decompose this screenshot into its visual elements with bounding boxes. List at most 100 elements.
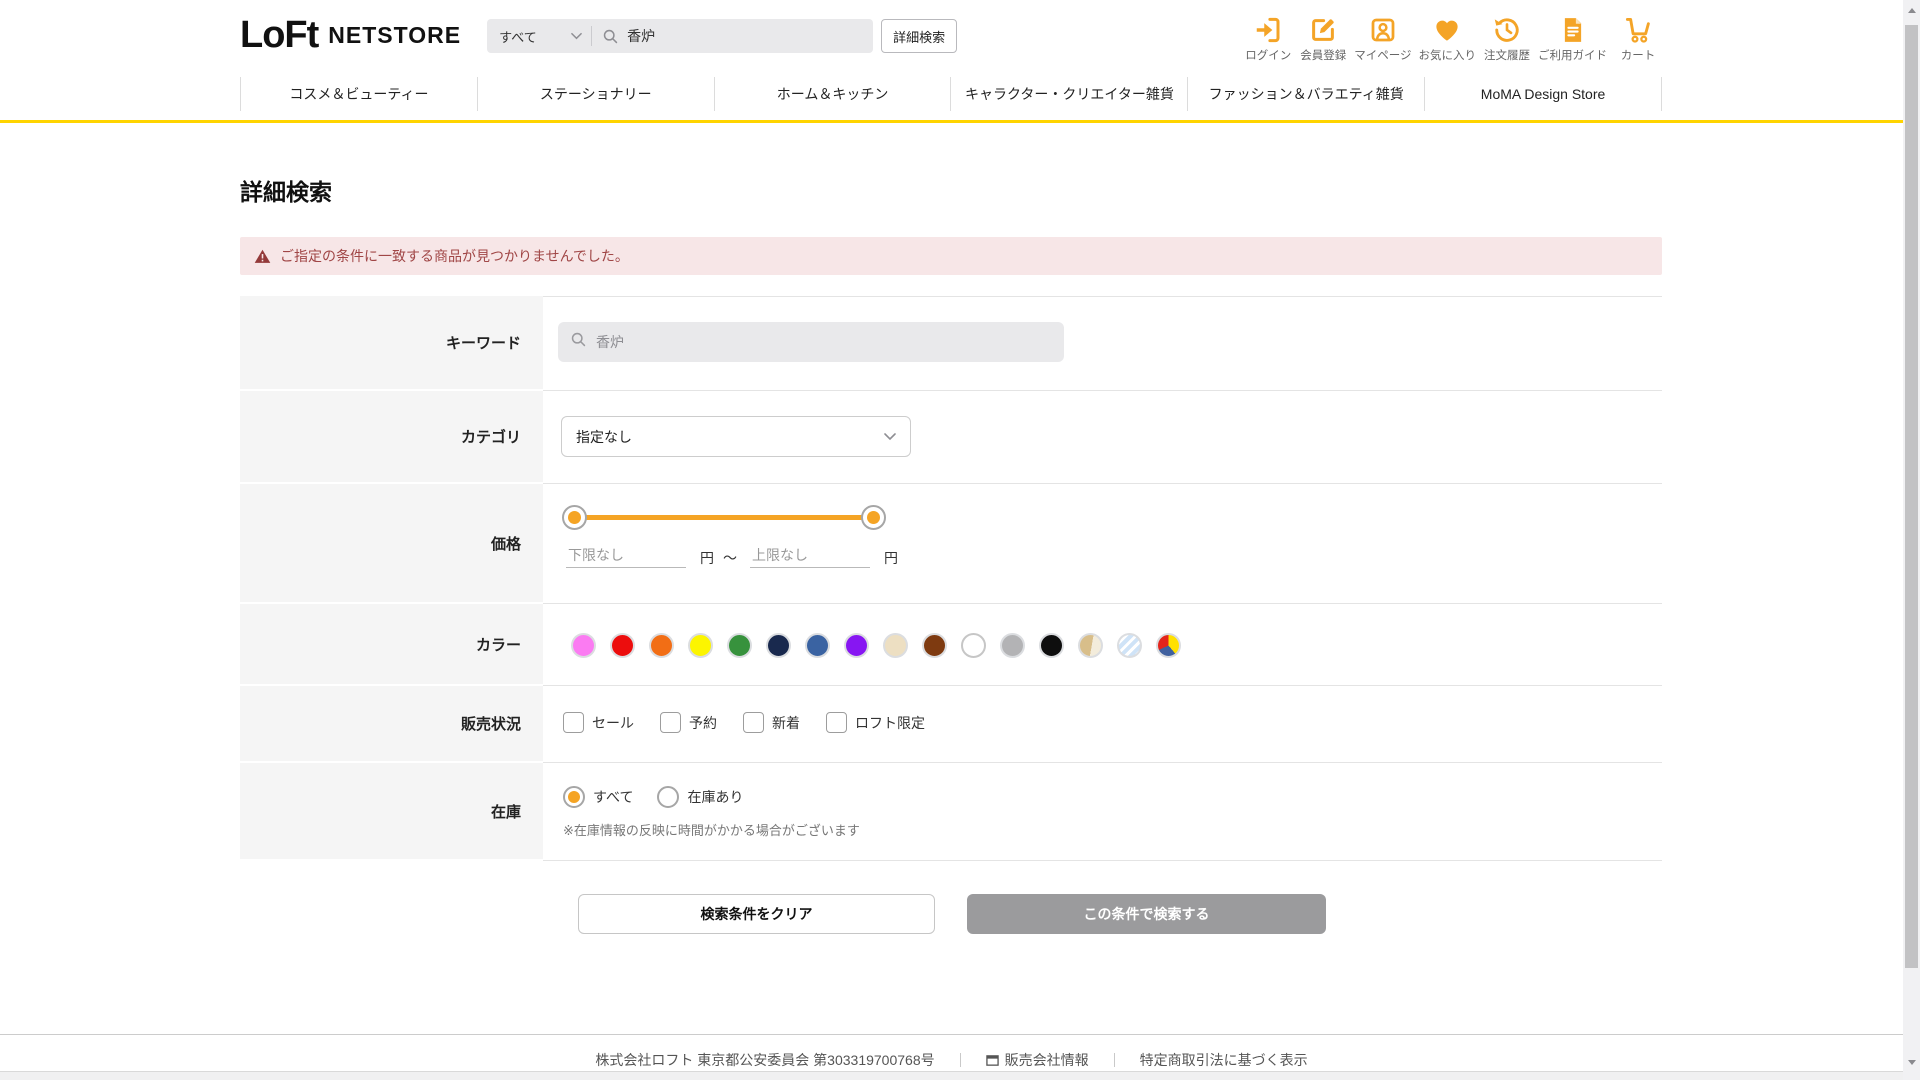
color-swatch-clear[interactable]	[1117, 633, 1142, 658]
register-icon	[1308, 14, 1338, 45]
price-max-input[interactable]	[750, 543, 870, 568]
main-content: 詳細検索 ご指定の条件に一致する商品が見つかりませんでした。 キーワード 香炉 …	[240, 173, 1662, 934]
color-swatch-gray[interactable]	[1000, 633, 1025, 658]
quick-link-guide[interactable]: ご利用ガイド	[1538, 14, 1607, 63]
logo[interactable]: LoFt NETSTORE	[240, 14, 461, 57]
form-row-color: カラー	[240, 604, 1662, 686]
search-submit-button[interactable]: この条件で検索する	[967, 894, 1326, 934]
price-label: 価格	[240, 484, 543, 604]
heart-icon	[1432, 14, 1462, 45]
radio-label: すべて	[593, 789, 634, 805]
scrollbar-up-arrow[interactable]	[1903, 3, 1920, 17]
sales-status-checkboxes: セール 予約 新着 ロフト限定	[563, 712, 1662, 733]
radio-option-0[interactable]: すべて	[563, 786, 633, 808]
form-row-category: カテゴリ 指定なし	[240, 391, 1662, 484]
checkbox-icon	[826, 712, 847, 733]
form-row-price: 価格 円 ～ 円	[240, 484, 1662, 604]
checkbox-label: ロフト限定	[855, 714, 925, 731]
stock-note: ※在庫情報の反映に時間がかかる場合がございます	[563, 823, 860, 838]
slider-track	[575, 515, 873, 520]
color-swatch-pink[interactable]	[571, 633, 596, 658]
nav-item-0[interactable]: コスメ＆ビューティー	[240, 77, 477, 111]
nav-item-4[interactable]: ファッション＆バラエティ雑貨	[1187, 77, 1424, 111]
quick-link-favorites[interactable]: お気に入り	[1418, 14, 1477, 63]
stock-radios: すべて 在庫あり	[563, 786, 1662, 808]
price-min-unit: 円	[700, 550, 714, 566]
main-nav: コスメ＆ビューティー ステーショナリー ホーム＆キッチン キャラクター・クリエイター雑…	[240, 77, 1662, 111]
color-swatch-green[interactable]	[727, 633, 752, 658]
color-label: カラー	[240, 604, 543, 686]
quick-link-label: お気に入り	[1418, 50, 1477, 62]
color-swatch-navy[interactable]	[766, 633, 791, 658]
error-message-box: ご指定の条件に一致する商品が見つかりませんでした。	[240, 237, 1662, 275]
chevron-down-icon	[884, 433, 896, 441]
quick-link-cart[interactable]: カート	[1614, 14, 1662, 63]
quick-link-register[interactable]: 会員登録	[1299, 14, 1347, 63]
vertical-scrollbar[interactable]	[1903, 0, 1920, 1080]
checkbox-option-2[interactable]: 新着	[743, 712, 800, 733]
footer-separator	[959, 1053, 961, 1067]
warning-icon	[254, 249, 271, 263]
quick-link-mypage[interactable]: マイページ	[1354, 14, 1412, 63]
quick-link-label: ログイン	[1245, 50, 1292, 62]
clear-search-button[interactable]: 検索条件をクリア	[578, 894, 935, 934]
color-swatch-brown[interactable]	[922, 633, 947, 658]
price-slider-min-handle[interactable]	[562, 505, 587, 530]
advanced-search-button[interactable]: 詳細検索	[881, 19, 958, 53]
quick-link-login[interactable]: ログイン	[1244, 14, 1292, 63]
radio-option-1[interactable]: 在庫あり	[657, 786, 743, 808]
color-swatch-black[interactable]	[1039, 633, 1064, 658]
search-divider	[591, 26, 593, 46]
checkbox-icon	[743, 712, 764, 733]
color-swatch-multicolor[interactable]	[1156, 633, 1181, 658]
search-icon	[602, 28, 619, 45]
quick-link-label: 注文履歴	[1484, 50, 1530, 62]
color-swatch-blue[interactable]	[805, 633, 830, 658]
nav-item-1[interactable]: ステーショナリー	[476, 77, 714, 111]
color-swatch-yellow[interactable]	[688, 633, 713, 658]
error-message-text: ご指定の条件に一致する商品が見つかりませんでした。	[280, 248, 629, 264]
color-swatch-white[interactable]	[961, 633, 986, 658]
keyword-input[interactable]	[587, 334, 1052, 350]
scrollbar-thumb[interactable]	[1905, 25, 1918, 968]
radio-label: 在庫あり	[687, 789, 744, 805]
color-swatches	[571, 633, 1662, 658]
color-swatch-beige[interactable]	[883, 633, 908, 658]
category-label: カテゴリ	[240, 391, 543, 484]
advanced-search-form: キーワード カテゴリ 指定なし	[240, 296, 1662, 861]
cart-icon	[1623, 14, 1653, 45]
scrollbar-down-arrow[interactable]	[1903, 1055, 1920, 1069]
header-search-input[interactable]	[619, 19, 874, 53]
guide-icon	[1558, 14, 1588, 45]
checkbox-option-0[interactable]: セール	[563, 712, 634, 733]
price-range-slider	[562, 505, 886, 530]
price-min-input[interactable]	[566, 543, 686, 568]
quick-link-label: 会員登録	[1300, 50, 1347, 62]
footer-link-commerce-law[interactable]: 特定商取引法に基づく表示	[1140, 1050, 1308, 1070]
checkbox-icon	[563, 712, 584, 733]
chevron-down-icon	[571, 32, 582, 40]
footer-link-company-info[interactable]: 販売会社情報	[985, 1050, 1089, 1070]
category-select[interactable]: 指定なし	[561, 416, 911, 457]
checkbox-option-3[interactable]: ロフト限定	[826, 712, 925, 733]
price-slider-max-handle[interactable]	[861, 505, 886, 530]
nav-item-5[interactable]: MoMA Design Store	[1424, 77, 1662, 111]
checkbox-option-1[interactable]: 予約	[660, 712, 717, 733]
color-swatch-purple[interactable]	[844, 633, 869, 658]
nav-item-3[interactable]: キャラクター・クリエイター雑貨	[950, 77, 1187, 111]
quick-link-order-history[interactable]: 注文履歴	[1483, 14, 1531, 63]
color-swatch-gold[interactable]	[1078, 633, 1103, 658]
color-swatch-orange[interactable]	[649, 633, 674, 658]
header-top: LoFt NETSTORE すべて 詳細検索 ログイン会員登録マイページお気に入…	[240, 0, 1662, 68]
search-category-dropdown[interactable]: すべて	[487, 19, 591, 53]
header: LoFt NETSTORE すべて 詳細検索 ログイン会員登録マイページお気に入…	[0, 0, 1920, 123]
radio-icon	[563, 786, 585, 808]
horizontal-scrollbar[interactable]	[0, 1071, 1903, 1080]
search-category-value: すべて	[499, 29, 537, 45]
logo-loft-text: LoFt	[240, 14, 319, 56]
color-swatch-red[interactable]	[610, 633, 635, 658]
nav-item-2[interactable]: ホーム＆キッチン	[713, 77, 951, 111]
brand-yellow-rule	[0, 120, 1920, 123]
price-range-separator: ～	[723, 550, 737, 566]
logo-netstore-text: NETSTORE	[328, 22, 462, 48]
